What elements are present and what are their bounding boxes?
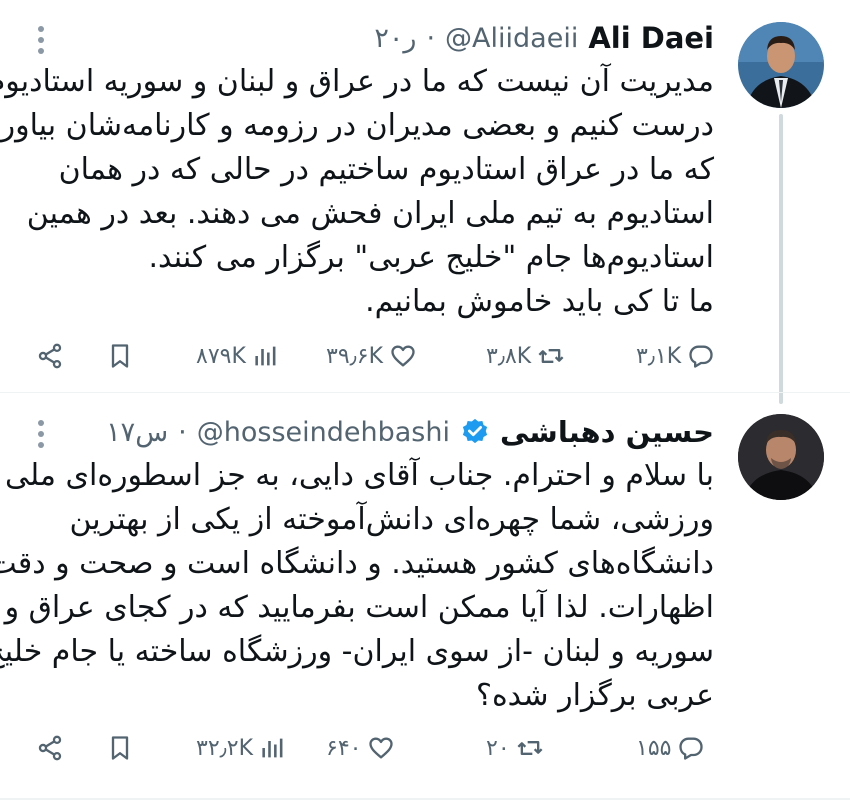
share-icon: [38, 343, 62, 369]
replies-count: ۳٫۱K: [636, 343, 682, 369]
share-icon: [38, 735, 62, 761]
tweet-actions: ۳۲٫۲K ۶۴۰ ۲۰ ۱۵۵: [36, 728, 714, 768]
views-icon: [255, 346, 276, 366]
verified-icon: [462, 418, 488, 444]
share-button[interactable]: [36, 734, 64, 762]
like-icon: [369, 737, 394, 759]
views-count: ۳۲٫۲K: [196, 735, 254, 761]
tweet-header: حسین دهباشی @hosseindehbashi · ۱۷س: [106, 412, 714, 452]
likes-count: ۳۹٫۶K: [326, 343, 384, 369]
tweet-text-line: اظهارات. لذا آیا ممکن است بفرمایید که در…: [4, 590, 714, 625]
retweets-count: ۳٫۸K: [486, 343, 532, 369]
views-icon: [262, 738, 283, 758]
thread-connector-line: [779, 114, 783, 404]
tweet-time[interactable]: ۲۰ر: [374, 23, 416, 54]
reply-icon: [689, 345, 713, 368]
author-handle[interactable]: @Aliidaeii: [445, 23, 578, 54]
tweet-feed: Ali Daei @Aliidaeii · ۲۰ر مدیریت آن نیست…: [0, 0, 850, 800]
bookmark-button[interactable]: [106, 342, 134, 370]
reply-button[interactable]: ۳٫۱K: [636, 342, 715, 370]
retweets-count: ۲۰: [486, 735, 510, 761]
tweet-ali-daei[interactable]: Ali Daei @Aliidaeii · ۲۰ر مدیریت آن نیست…: [0, 0, 850, 404]
tweet-text-line: که ما در عراق استادیوم ساختیم در حالی که…: [58, 152, 714, 187]
tweet-text-line: استادیوم به تیم ملی ایران فحش می دهند. ب…: [26, 196, 714, 231]
separator-dot: ·: [426, 22, 436, 54]
tweet-text-line: استادیوم‌ها جام "خلیج عربی" برگزار می کن…: [148, 240, 715, 275]
tweet-text-line: ما تا کی باید خاموش بمانیم.: [365, 284, 714, 319]
tweet-text-line: با سلام و احترام. جناب آقای دایی، به جز …: [0, 458, 714, 493]
bookmark-button[interactable]: [106, 734, 134, 762]
author-name[interactable]: Ali Daei: [588, 21, 714, 55]
reply-button[interactable]: ۱۵۵: [636, 734, 705, 762]
bookmark-icon: [111, 344, 129, 368]
retweet-icon: [538, 349, 564, 363]
author-name[interactable]: حسین دهباشی: [500, 415, 714, 449]
avatar[interactable]: [738, 414, 824, 500]
tweet-hossein-dehbashi[interactable]: حسین دهباشی @hosseindehbashi · ۱۷س با سل…: [0, 392, 850, 800]
tweet-text: با سلام و احترام. جناب آقای دایی، به جز …: [0, 454, 714, 718]
share-button[interactable]: [36, 342, 64, 370]
tweet-text-line: دانشگاه‌های کشور هستید. و دانشگاه است و …: [0, 546, 714, 581]
tweet-text: مدیریت آن نیست که ما در عراق و لبنان و س…: [0, 60, 715, 324]
retweet-button[interactable]: ۳٫۸K: [486, 342, 565, 370]
like-icon: [391, 345, 415, 367]
views-button[interactable]: ۳۲٫۲K: [196, 734, 287, 762]
tweet-text-line: سوریه و لبنان -از سوی ایران- ورزشگاه ساخ…: [0, 634, 714, 669]
views-button[interactable]: ۸۷۹K: [196, 342, 280, 370]
bookmark-icon: [111, 736, 129, 760]
replies-count: ۱۵۵: [636, 735, 672, 761]
more-icon[interactable]: [38, 26, 46, 54]
avatar-photo: [738, 22, 824, 108]
reply-icon: [679, 737, 704, 760]
like-button[interactable]: ۶۴۰: [326, 734, 395, 762]
tweet-actions: ۸۷۹K ۳۹٫۶K ۳٫۸K ۳٫۱K: [36, 336, 714, 376]
tweet-time[interactable]: ۱۷س: [106, 417, 168, 448]
tweet-text-line: عربی برگزار شده؟: [476, 678, 714, 713]
retweet-icon: [517, 741, 543, 755]
more-icon[interactable]: [38, 420, 46, 448]
tweet-text-line: مدیریت آن نیست که ما در عراق و لبنان و س…: [0, 64, 714, 99]
retweet-button[interactable]: ۲۰: [486, 734, 544, 762]
avatar[interactable]: [738, 22, 824, 108]
author-handle[interactable]: @hosseindehbashi: [197, 417, 450, 448]
tweet-text-line: ورزشی، شما چهره‌ای دانش‌آموخته از یکی از…: [69, 502, 714, 537]
likes-count: ۶۴۰: [326, 735, 362, 761]
separator-dot: ·: [178, 416, 187, 448]
avatar-photo: [738, 414, 824, 500]
tweet-header: Ali Daei @Aliidaeii · ۲۰ر: [374, 18, 714, 58]
tweet-text-line: درست کنیم و بعضی مدیران در رزومه و کارنا…: [0, 108, 714, 143]
views-count: ۸۷۹K: [196, 343, 246, 369]
like-button[interactable]: ۳۹٫۶K: [326, 342, 417, 370]
